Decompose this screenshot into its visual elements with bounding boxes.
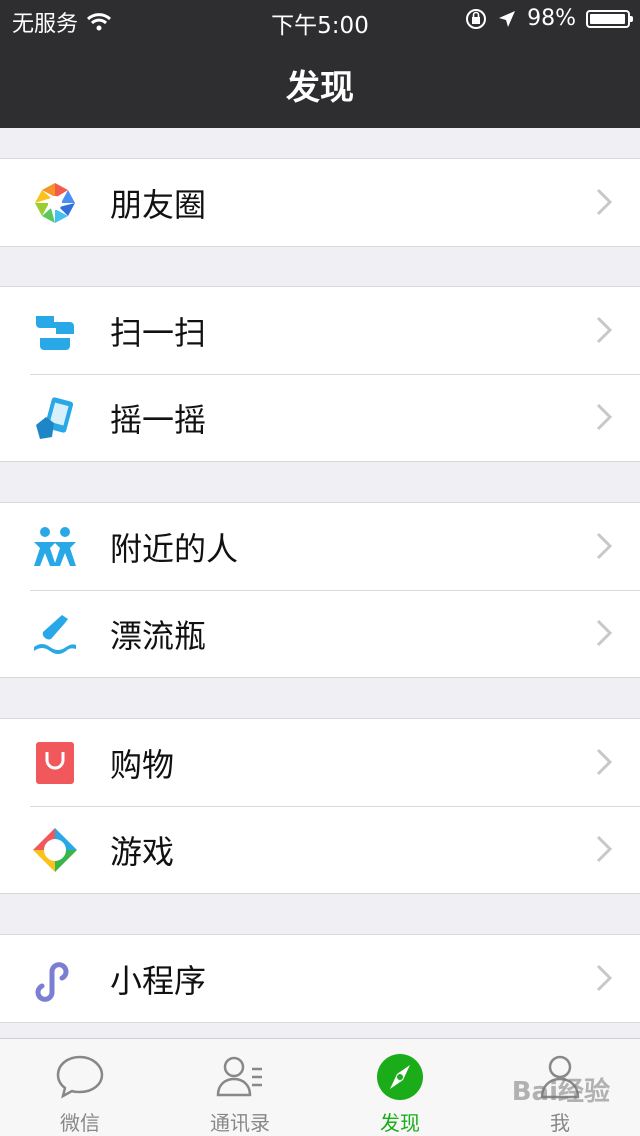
menu-item-scan[interactable]: 扫一扫 <box>0 287 640 374</box>
menu-item-drift-bottle[interactable]: 漂流瓶 <box>0 590 640 677</box>
chevron-right-icon <box>596 619 613 647</box>
chevron-right-icon <box>596 532 613 560</box>
tab-chats[interactable]: 微信 <box>0 1039 160 1136</box>
menu-item-label: 扫一扫 <box>110 313 207 352</box>
status-right: 98% <box>465 6 633 31</box>
menu-item-shake[interactable]: 摇一摇 <box>0 374 640 461</box>
menu-item-label: 附近的人 <box>110 529 239 568</box>
tab-contacts[interactable]: 通讯录 <box>160 1039 320 1136</box>
battery-fill <box>590 13 626 24</box>
moments-icon <box>35 183 75 223</box>
tab-discover[interactable]: 发现 <box>320 1039 480 1136</box>
section-mini-programs: 小程序 <box>0 934 640 1023</box>
page-title: 发现 <box>286 67 354 108</box>
chevron-right-icon <box>596 835 613 863</box>
section-moments: 朋友圈 <box>0 158 640 247</box>
chevron-right-icon <box>596 964 613 992</box>
tab-label: 发现 <box>380 1111 420 1135</box>
menu-item-label: 购物 <box>110 745 175 784</box>
drift-bottle-icon <box>34 615 76 654</box>
menu-item-label: 朋友圈 <box>110 185 207 224</box>
menu-item-label: 摇一摇 <box>110 400 207 439</box>
chevron-right-icon <box>596 316 613 344</box>
compass-icon <box>377 1054 423 1100</box>
shopping-icon <box>36 742 74 784</box>
menu-item-games[interactable]: 游戏 <box>0 806 640 893</box>
tab-label: 我 <box>550 1111 570 1135</box>
section-shop-games: 购物 游戏 <box>0 718 640 894</box>
status-bar: 无服务 下午5:00 98% <box>0 0 640 40</box>
orientation-lock-icon <box>466 8 487 29</box>
games-icon <box>33 828 77 872</box>
menu-item-people-nearby[interactable]: 附近的人 <box>0 503 640 590</box>
menu-item-shopping[interactable]: 购物 <box>0 719 640 806</box>
menu-item-label: 漂流瓶 <box>110 616 207 655</box>
battery-percent: 98% <box>527 6 576 31</box>
section-scan-shake: 扫一扫 摇一摇 <box>0 286 640 462</box>
chat-bubble-icon <box>56 1055 104 1099</box>
contacts-icon <box>216 1056 262 1097</box>
shake-icon <box>36 397 74 439</box>
menu-item-mini-programs[interactable]: 小程序 <box>0 935 640 1022</box>
section-nearby-bottle: 附近的人 漂流瓶 <box>0 502 640 678</box>
location-arrow-icon <box>499 10 516 27</box>
chevron-right-icon <box>596 748 613 776</box>
chevron-right-icon <box>596 403 613 431</box>
battery-icon <box>586 9 633 28</box>
menu-item-moments[interactable]: 朋友圈 <box>0 159 640 246</box>
scan-icon <box>36 316 74 350</box>
baidu-watermark: Bai经验 <box>511 1077 610 1107</box>
nav-bar: 发现 <box>0 40 640 128</box>
people-nearby-icon <box>34 527 76 566</box>
menu-item-label: 游戏 <box>110 832 175 871</box>
chevron-right-icon <box>596 188 613 216</box>
tab-label: 通讯录 <box>210 1111 270 1135</box>
mini-programs-icon <box>35 962 69 1002</box>
tab-label: 微信 <box>60 1111 100 1135</box>
menu-item-label: 小程序 <box>110 961 207 1000</box>
